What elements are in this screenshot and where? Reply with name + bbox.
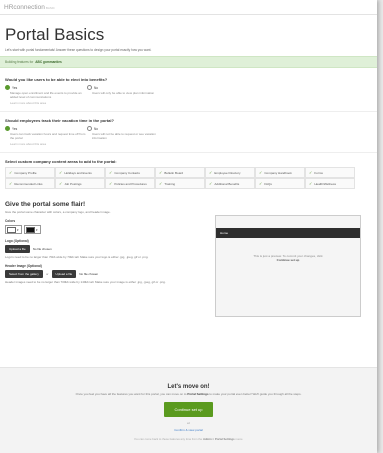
color-swatch [26,226,35,233]
preview-continue-link[interactable]: Continue set up [277,258,300,262]
content-area-option[interactable]: ✓ Company Contacts [105,167,155,178]
logo-label: Logo (Optional) [5,239,29,243]
content-area-option[interactable]: ✓ Forms [305,167,355,178]
portal-basics-page: HRconnectionBASIC Portal Basics Let's st… [0,0,377,453]
logo-upload-button[interactable]: Upload a file [5,245,30,253]
page-intro: Let's start with portal fundamentals! An… [5,48,152,52]
content-area-option[interactable]: ✓ FAQs [255,178,305,189]
chevron-down-icon: ▾ [17,227,19,232]
chevron-down-icon: ▾ [36,227,38,232]
or-label: or [187,421,190,425]
move-on-footer: Let's move on! Once you feel you have al… [0,367,377,453]
header-image-label: Header Image (Optional) [5,264,42,268]
check-icon: ✓ [159,181,163,186]
header-upload-button[interactable]: Upload a file [51,270,77,278]
flair-subtitle: Give the portal some character with colo… [5,210,111,214]
check-icon: ✓ [59,181,63,186]
check-icon: ✓ [309,170,313,175]
or-label: or [45,272,49,276]
check-icon: ✓ [109,181,113,186]
continue-setup-button[interactable]: Continue set up [164,402,213,417]
content-area-option[interactable]: ✓ Policies and Procedures [105,178,155,189]
vacation-question: Should employees track their vacation ti… [5,118,377,146]
radio-icon[interactable] [87,85,92,90]
content-areas-question: Select custom company content areas to a… [5,159,377,164]
header-hint: Header images need to be no larger than … [5,280,166,284]
content-area-option[interactable]: ✓ Recommended Links [5,178,55,189]
logo-file-status: No file chosen [32,247,52,251]
footer-subtitle: Once you feel you have all the features … [75,392,302,396]
color-pickers: ▾ ▾ [5,225,175,234]
preview-nav-bar: Home [216,228,360,238]
footer-title: Let's move on! [167,384,210,390]
learn-more-link[interactable]: Learn more about this area [10,142,87,146]
primary-color-picker[interactable]: ▾ [5,225,22,234]
content-area-option[interactable]: ✓ Job Postings [55,178,105,189]
check-icon: ✓ [59,170,63,175]
check-icon: ✓ [159,170,163,175]
content-area-option[interactable]: ✓ Training [155,178,205,189]
vacation-yes-option[interactable]: Yes Users can track vacation hours and r… [5,126,87,146]
check-icon: ✓ [309,181,313,186]
confirm-view-portal-link[interactable]: Confirm & view portal [0,428,377,432]
divider [0,111,377,112]
header-file-status: No file chosen [79,272,99,276]
company-banner: Building features for ABC gommanties [0,56,377,68]
check-icon: ✓ [259,170,263,175]
top-bar: HRconnectionBASIC [0,0,377,15]
radio-icon[interactable] [87,126,92,131]
divider [0,152,377,153]
page-title: Portal Basics [5,25,105,44]
logo-hint: Logo's need to be no larger than 70kb wi… [5,255,149,259]
colors-label: Colors [5,219,16,223]
content-area-option[interactable]: ✓ Employee Directory [205,167,255,178]
preview-message: This is just a preview. To commit your c… [253,254,323,262]
content-area-option[interactable]: ✓ Health/Wellness [305,178,355,189]
radio-selected-icon[interactable] [5,126,10,131]
radio-selected-icon[interactable] [5,85,10,90]
check-icon: ✓ [109,170,113,175]
question-label: Should employees track their vacation ti… [5,118,114,123]
check-icon: ✓ [9,181,13,186]
app-logo[interactable]: HRconnectionBASIC [4,4,55,11]
question-label: Would you like users to be able to elect… [5,77,108,82]
check-icon: ✓ [9,170,13,175]
question-label: Select custom company content areas to a… [5,159,117,164]
flair-title: Give the portal some flair! [5,201,86,208]
benefits-no-option[interactable]: No Users will only be able to view plan … [87,85,169,105]
color-swatch [7,226,16,233]
portal-preview: Home This is just a preview. To commit y… [215,215,361,317]
check-icon: ✓ [259,181,263,186]
content-area-option[interactable]: ✓ Company Handbook [255,167,305,178]
benefits-question: Would you like users to be able to elect… [5,77,377,105]
secondary-color-picker[interactable]: ▾ [24,225,41,234]
content-area-option[interactable]: ✓ Additional Benefits [205,178,255,189]
gallery-button[interactable]: Select from the gallery [5,270,43,278]
benefits-yes-option[interactable]: Yes Manage open enrollment and life even… [5,85,87,105]
content-area-option[interactable]: ✓ Holidays and Events [55,167,105,178]
footer-note: You can come back to these features any … [133,437,244,441]
content-area-option[interactable]: ✓ Bulletin Board [155,167,205,178]
content-areas-grid: ✓ Company Profile ✓ Holidays and Events ✓ C… [5,167,377,189]
check-icon: ✓ [209,170,213,175]
learn-more-link[interactable]: Learn more about this area [10,101,87,105]
vacation-no-option[interactable]: No Users will not be able to request or … [87,126,169,146]
check-icon: ✓ [209,181,213,186]
content-area-option[interactable]: ✓ Company Profile [5,167,55,178]
flair-section: Give the portal some flair! Give the por… [5,201,377,317]
